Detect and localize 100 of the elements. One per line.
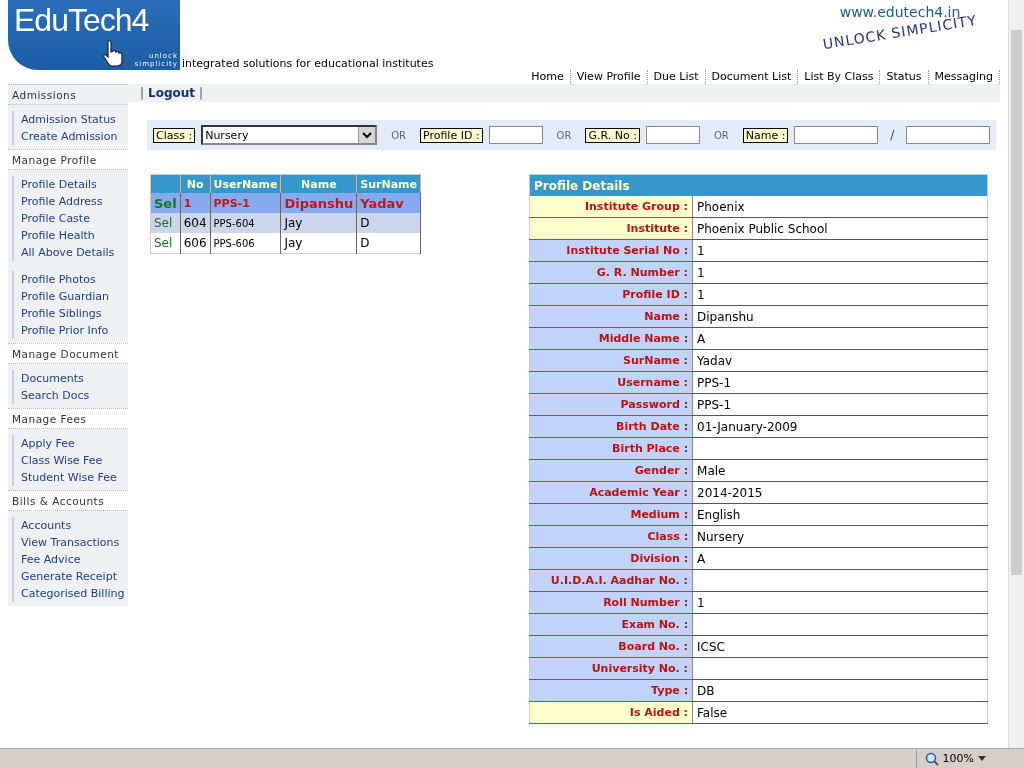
scrollbar[interactable] — [1008, 0, 1024, 748]
field-label: Profile ID : — [529, 283, 693, 306]
sidebar-item[interactable]: Search Docs — [12, 387, 128, 404]
caret-icon — [978, 756, 986, 761]
field-value: PPS-1 — [697, 375, 732, 390]
sidebar-item[interactable]: Apply Fee — [12, 435, 128, 452]
field-value: 01-January-2009 — [697, 419, 798, 434]
sidebar-item[interactable]: Fee Advice — [12, 551, 128, 568]
sidebar-item[interactable]: Profile Caste — [12, 210, 128, 227]
input-field[interactable] — [906, 126, 991, 144]
field-label: Institute Group : — [529, 196, 693, 218]
field-value: 2014-2015 — [697, 485, 763, 500]
field-label: Class : — [529, 525, 693, 548]
sidebar-item[interactable]: All Above Details — [12, 244, 128, 261]
sidebar-item[interactable]: Profile Guardian — [12, 288, 128, 305]
table-row[interactable]: Sel 604 PPS-604 Jay D — [150, 213, 421, 233]
field-value: Phoenix Public School — [697, 221, 828, 236]
field-value: Dipanshu — [697, 309, 754, 324]
field-value: 1 — [697, 287, 705, 302]
table-cell: Dipanshu — [284, 195, 354, 211]
sidebar-item[interactable]: Profile Photos — [12, 271, 128, 288]
sidebar-item[interactable]: View Transactions — [12, 534, 128, 551]
field-label: Middle Name : — [529, 327, 693, 350]
table-row[interactable]: Sel 606 PPS-606 Jay D — [150, 233, 421, 254]
field-label: Password : — [529, 393, 693, 416]
table-cell: 606 — [183, 236, 207, 250]
sidebar-item[interactable]: Profile Details — [12, 176, 128, 193]
table-cell: PPS-606 — [213, 237, 255, 249]
sidebar-heading: Manage Profile — [8, 149, 128, 170]
sidebar-item[interactable]: Documents — [12, 370, 128, 387]
sidebar-heading: Bills & Accounts — [8, 490, 128, 511]
field-label: Is Aided : — [529, 701, 693, 724]
table-cell: Jay — [284, 236, 303, 250]
field-label: Roll Number : — [529, 591, 693, 614]
field-label: Username : — [529, 371, 693, 394]
sidebar-heading: Admissions — [8, 84, 128, 105]
column-header — [150, 174, 181, 193]
field-label: Board No. : — [529, 635, 693, 658]
field-label: University No. : — [529, 657, 693, 680]
field-value: ICSC — [697, 639, 725, 654]
field-label: Gender : — [529, 459, 693, 482]
field-value: 1 — [697, 243, 705, 258]
field-label: Name : — [529, 305, 693, 328]
field-label: Birth Date : — [529, 415, 693, 438]
field-value: DB — [697, 683, 715, 698]
field-label: Academic Year : — [529, 481, 693, 504]
column-header: No — [180, 174, 211, 193]
field-label: SurName : — [529, 349, 693, 372]
field-label: Birth Place : — [529, 437, 693, 460]
field-label: G. R. Number : — [529, 261, 693, 284]
select-link[interactable]: Sel — [154, 236, 173, 250]
field-value: A — [697, 331, 706, 346]
field-value: Phoenix — [697, 199, 745, 214]
zoom-level: 100% — [942, 752, 974, 765]
input-field[interactable] — [645, 126, 700, 144]
table-cell: D — [360, 236, 370, 250]
input-field[interactable] — [488, 126, 543, 144]
input-field[interactable] — [794, 126, 879, 144]
class-dropdown[interactable]: Nursery — [201, 125, 378, 145]
field-label: Name : — [742, 127, 789, 143]
field-value: False — [697, 705, 728, 720]
or-text: OR — [556, 129, 572, 141]
sidebar-item[interactable]: Class Wise Fee — [12, 452, 128, 469]
logo-text: EduTech4 — [14, 1, 149, 40]
sidebar-item[interactable]: Profile Prior Info — [12, 322, 128, 339]
separator: | — [199, 86, 204, 100]
sidebar-heading: Manage Document — [8, 343, 128, 364]
table-cell: D — [360, 216, 370, 230]
field-value: PPS-1 — [697, 397, 732, 412]
or-text: OR — [713, 129, 729, 141]
sidebar-item[interactable]: Student Wise Fee — [12, 469, 128, 486]
zoom-control[interactable]: 100% — [915, 749, 994, 768]
field-label: U.I.D.A.I. Aadhar No. : — [529, 569, 693, 592]
field-label: Class : — [153, 127, 196, 143]
sidebar-item[interactable]: Generate Receipt — [12, 568, 128, 585]
logout-link[interactable]: Logout — [148, 86, 196, 100]
magnifier-icon — [924, 751, 939, 766]
field-label: Medium : — [529, 503, 693, 526]
field-value: Male — [697, 463, 726, 478]
table-cell: Jay — [284, 216, 303, 230]
field-label: Type : — [529, 679, 693, 702]
sidebar-item[interactable]: Create Admission — [12, 128, 128, 145]
select-link[interactable]: Sel — [154, 216, 173, 230]
sidebar-item[interactable]: Profile Siblings — [12, 305, 128, 322]
field-label: Institute : — [529, 217, 693, 240]
field-label: G.R. No : — [585, 127, 640, 143]
sidebar-item[interactable]: Categorised Billing — [12, 585, 128, 602]
column-header: UserName — [210, 174, 281, 193]
field-value: 1 — [697, 595, 705, 610]
sidebar-item[interactable]: Admission Status — [12, 111, 128, 128]
or-text: OR — [391, 129, 406, 141]
sidebar-item[interactable]: Profile Address — [12, 193, 128, 210]
field-value: Yadav — [697, 353, 733, 368]
separator: / — [890, 128, 895, 142]
table-cell: PPS-1 — [213, 196, 250, 210]
sidebar-item[interactable]: Profile Health — [12, 227, 128, 244]
column-header: Name — [280, 174, 357, 193]
separator: | — [140, 86, 145, 100]
sidebar-heading: Manage Fees — [8, 408, 128, 429]
sidebar-item[interactable]: Accounts — [12, 517, 128, 534]
